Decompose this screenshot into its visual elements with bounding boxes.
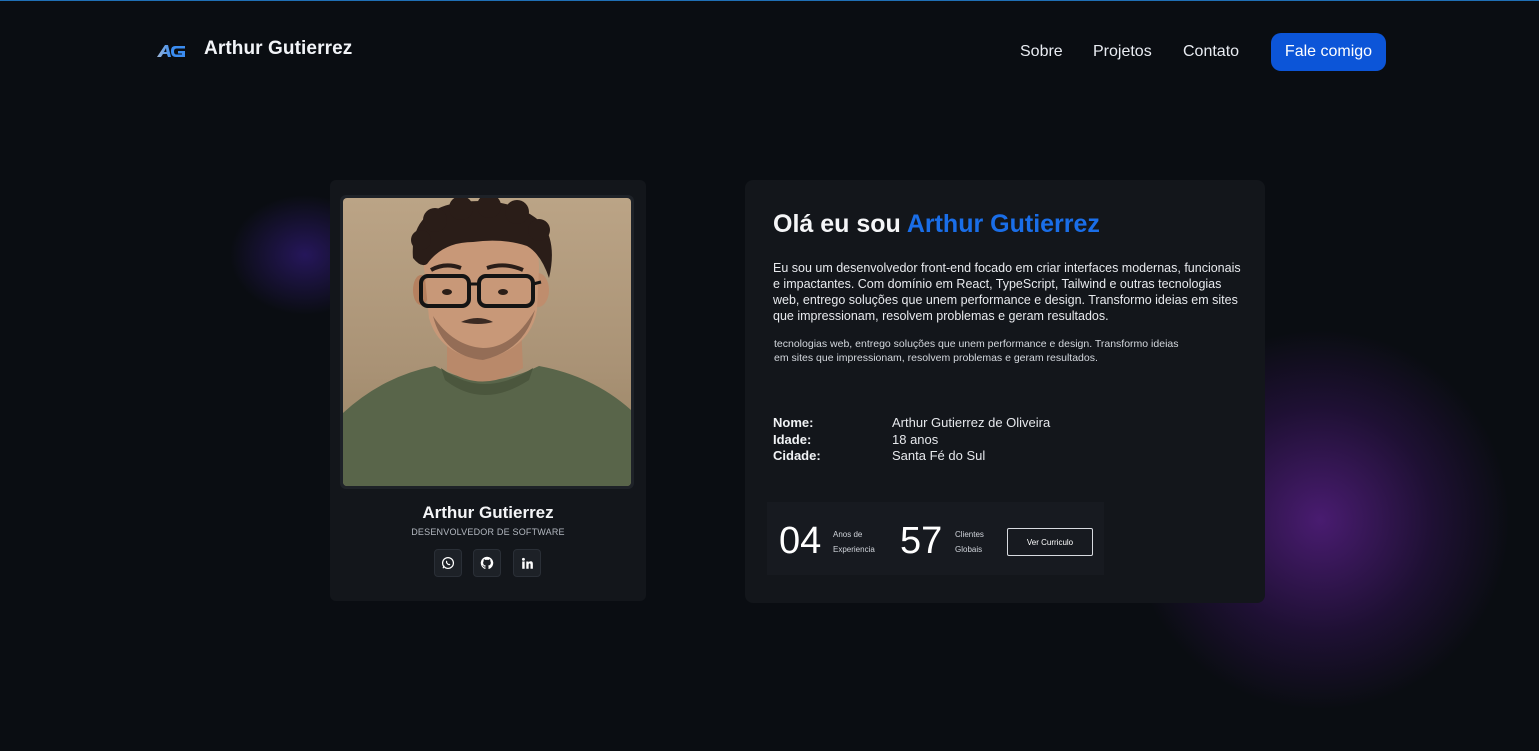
profile-role: DESENVOLVEDOR DE SOFTWARE: [411, 527, 565, 537]
nav-sobre[interactable]: Sobre: [1020, 43, 1063, 61]
intro-highlight-name: Arthur Gutierrez: [906, 210, 1100, 238]
profile-card: Arthur Gutierrez DESENVOLVEDOR DE SOFTWA…: [330, 180, 646, 601]
whatsapp-button[interactable]: [434, 549, 462, 577]
top-accent-line: [0, 0, 1539, 1]
years-caption: Anos de Experiencia: [833, 527, 875, 557]
detail-row-cidade: Cidade: Santa Fé do Sul: [773, 448, 1050, 465]
github-icon: [480, 556, 494, 569]
github-button[interactable]: [473, 549, 501, 577]
stats-panel: 04 Anos de Experiencia 57 Clientes Globa…: [767, 502, 1104, 575]
brand-name[interactable]: Arthur Gutierrez: [204, 38, 352, 60]
whatsapp-icon: [441, 556, 455, 570]
nav-projetos[interactable]: Projetos: [1093, 43, 1152, 61]
clients-value: 57: [900, 520, 943, 562]
clients-caption: Clientes Globais: [955, 527, 984, 557]
years-caption-line-1: Anos de: [833, 530, 863, 539]
detail-label: Idade:: [773, 431, 812, 447]
contact-cta-button[interactable]: Fale comigo: [1271, 33, 1386, 71]
detail-value: Arthur Gutierrez de Oliveira: [892, 415, 1051, 430]
detail-row-idade: Idade: 18 anos: [773, 432, 1050, 449]
detail-label: Cidade:: [773, 448, 821, 463]
intro-card: Olá eu sou Arthur Gutierrez Eu sou um de…: [745, 180, 1265, 603]
linkedin-icon: [521, 557, 533, 569]
page: Arthur Gutierrez Sobre Projetos Contato …: [0, 0, 1539, 751]
years-value: 04: [779, 520, 822, 562]
logo-mark-icon: [157, 45, 185, 57]
intro-bio-echo: tecnologias web, entrego soluções que un…: [774, 338, 1179, 364]
nav-contato[interactable]: Contato: [1183, 43, 1239, 61]
profile-name: Arthur Gutierrez: [422, 503, 554, 522]
personal-details: Nome: Arthur Gutierrez de Oliveira Idade…: [773, 415, 1050, 465]
detail-value: Santa Fé do Sul: [892, 448, 986, 463]
portrait-illustration: [343, 198, 631, 486]
intro-greeting: Olá eu sou: [773, 210, 907, 238]
profile-photo: [343, 198, 631, 486]
detail-row-nome: Nome: Arthur Gutierrez de Oliveira: [773, 415, 1050, 432]
detail-label: Nome:: [773, 415, 814, 430]
profile-photo-frame: [340, 195, 634, 489]
clients-caption-line-1: Clientes: [955, 530, 984, 539]
intro-headline: Olá eu sou Arthur Gutierrez: [773, 210, 1100, 239]
intro-bio: Eu sou um desenvolvedor front-end focado…: [773, 261, 1241, 323]
logo[interactable]: [156, 40, 188, 62]
detail-value: 18 anos: [892, 431, 939, 447]
view-resume-button[interactable]: Ver Curriculo: [1007, 528, 1093, 556]
linkedin-button[interactable]: [513, 549, 541, 577]
years-caption-line-2: Experiencia: [833, 545, 875, 554]
clients-caption-line-2: Globais: [955, 545, 983, 554]
